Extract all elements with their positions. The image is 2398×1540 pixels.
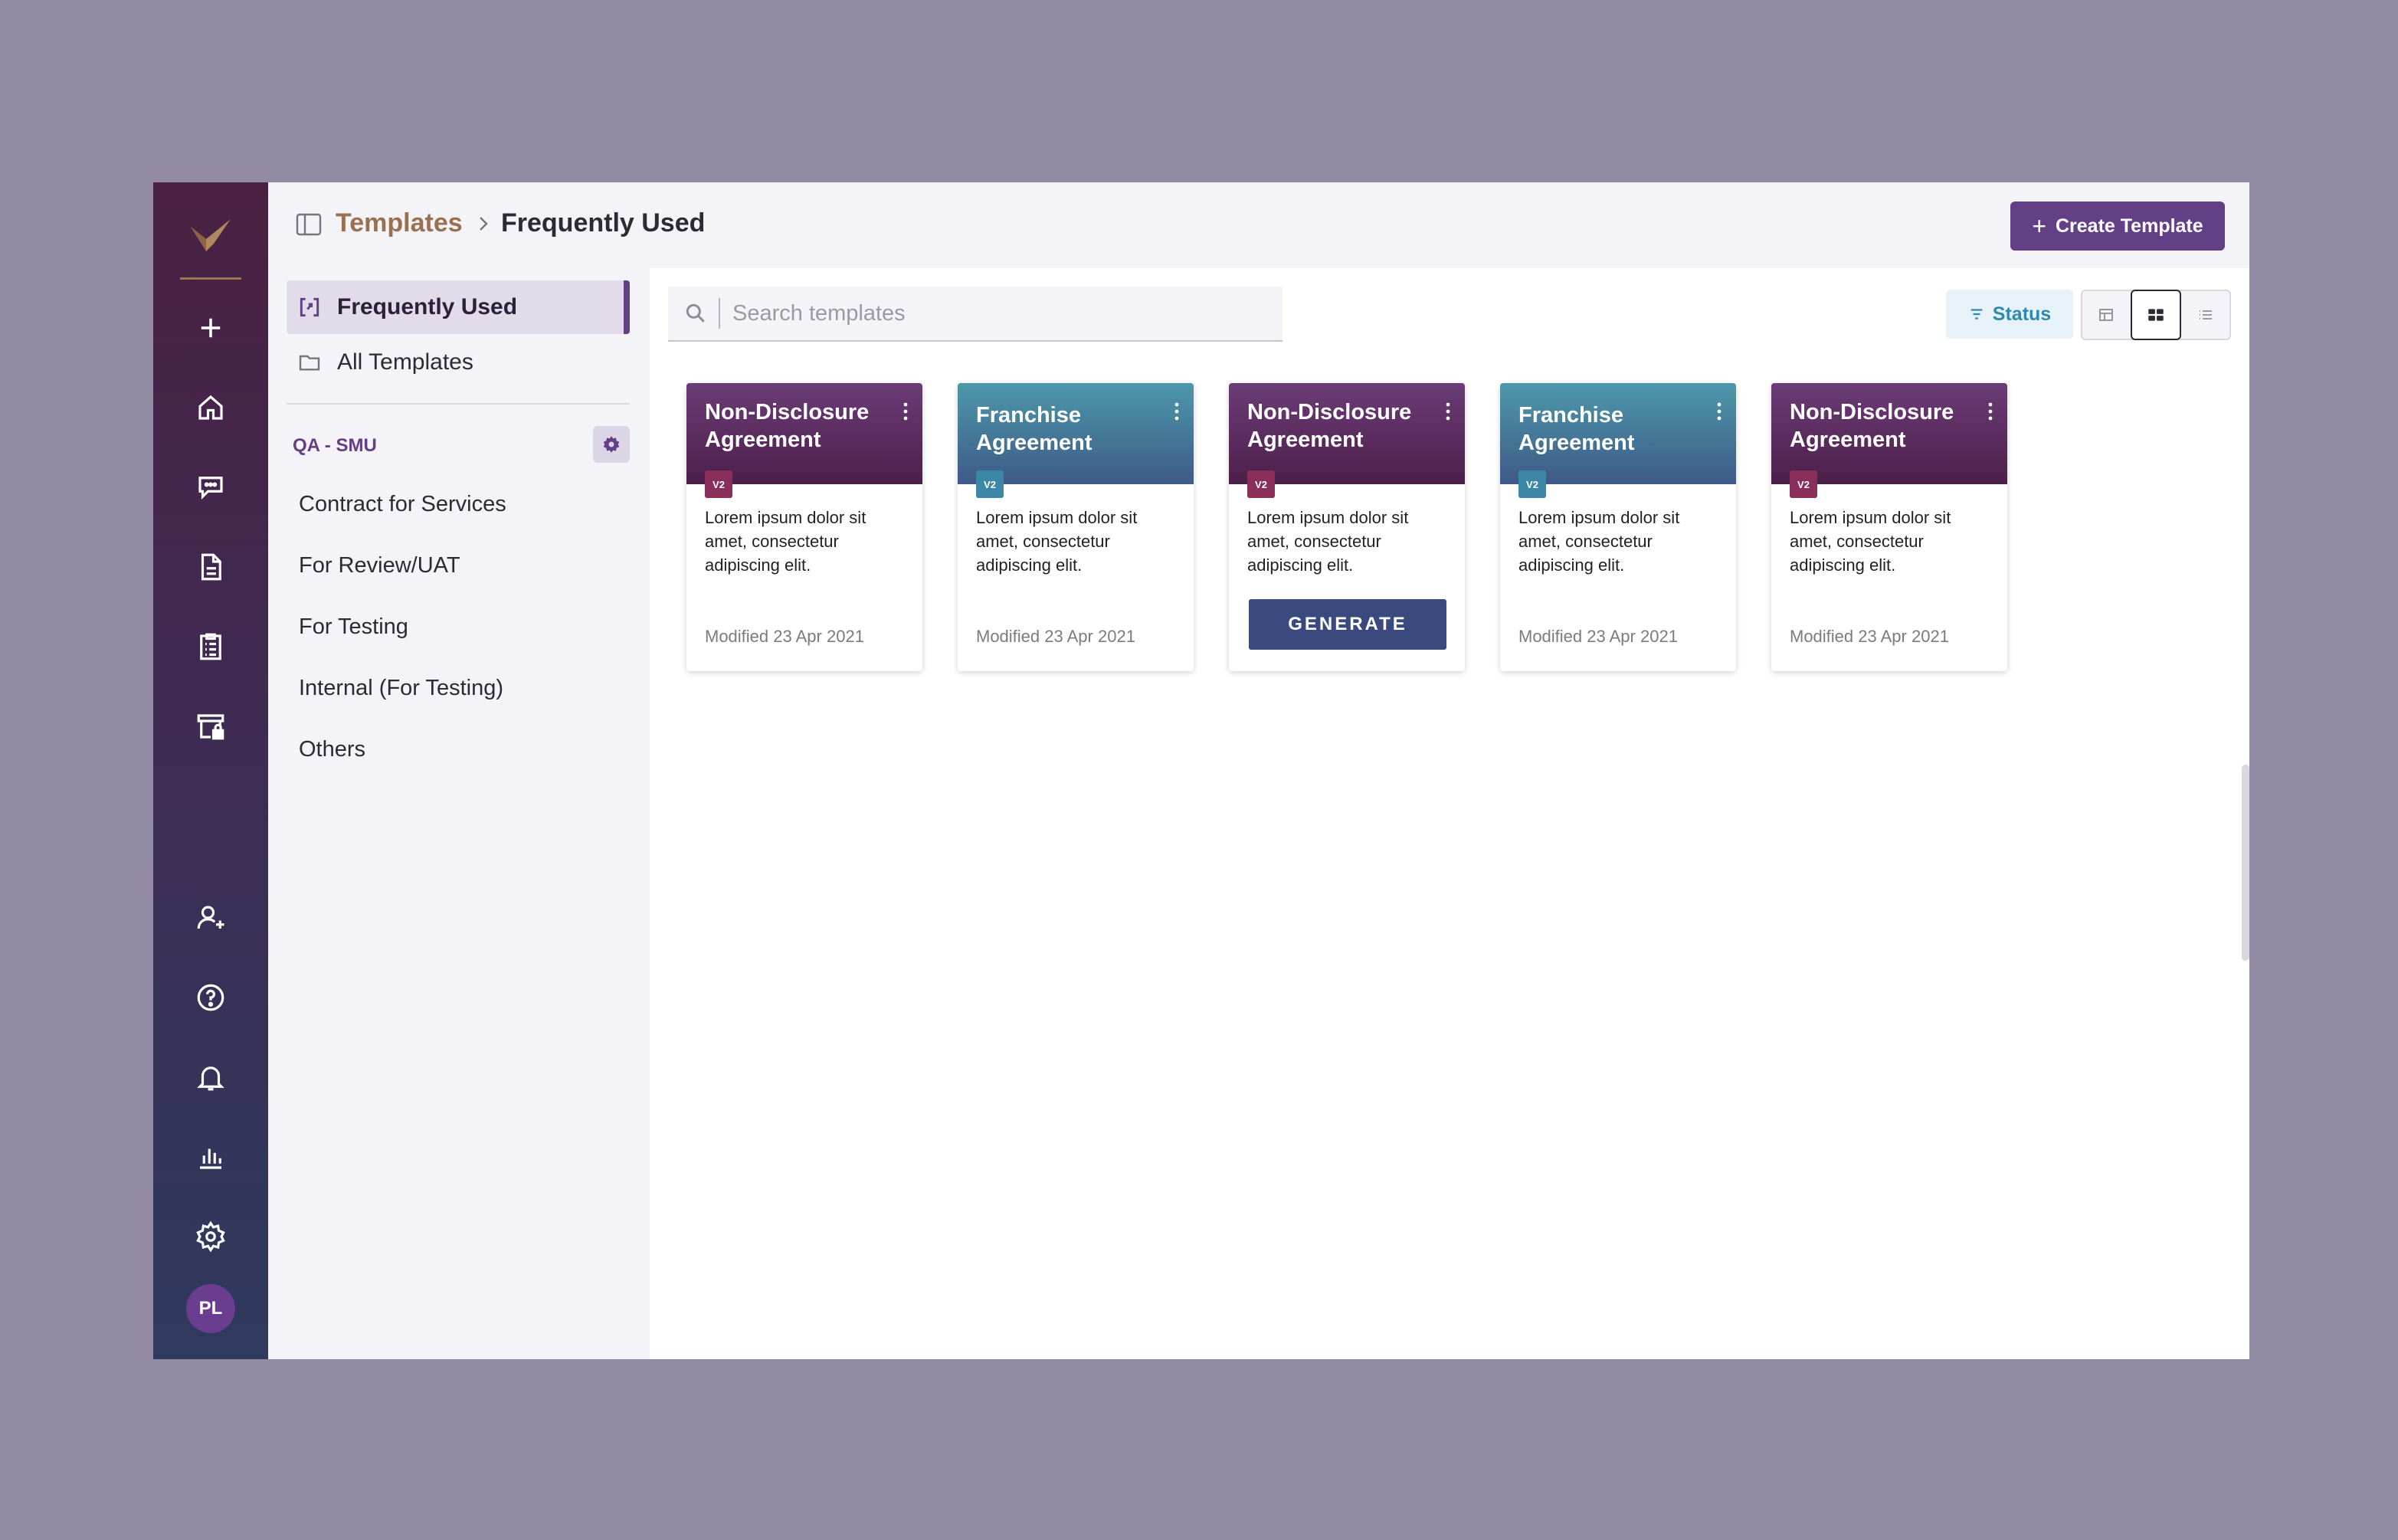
card-description: Lorem ipsum dolor sit amet, consectetur … — [976, 508, 1138, 575]
more-vertical-icon[interactable] — [1172, 400, 1181, 423]
nav-label: All Templates — [337, 349, 473, 375]
folder-item[interactable]: Others — [299, 737, 365, 762]
template-sidebar-content: Frequently Used All Templates QA - SMU C… — [268, 268, 650, 1359]
brand-logo — [191, 219, 231, 251]
home-icon[interactable] — [192, 389, 229, 426]
scrollbar-thumb[interactable] — [2242, 765, 2249, 961]
group-settings-button[interactable] — [593, 426, 630, 463]
card-header: Franchise Agreement — [958, 383, 1194, 484]
group-label: QA - SMU — [293, 435, 377, 456]
table-view-icon[interactable] — [2082, 291, 2131, 339]
card-title: Non-Disclosure Agreement — [705, 400, 870, 452]
folder-item[interactable]: Contract for Services — [299, 492, 506, 517]
template-card[interactable]: Franchise Agreement V2 Lorem ipsum dolor… — [958, 383, 1194, 671]
template-card[interactable]: Non-Disclosure Agreement V2 Lorem ipsum … — [1771, 383, 2007, 671]
card-title: Franchise Agreement — [1518, 403, 1635, 455]
templates-content: Status Non-Disclosure Agreement — [650, 268, 2249, 1359]
generate-button[interactable]: GENERATE — [1249, 599, 1446, 650]
nav-label: Frequently Used — [337, 294, 518, 319]
chevron-right-icon — [480, 217, 488, 231]
card-description: Lorem ipsum dolor sit amet, consectetur … — [1790, 508, 1951, 575]
card-header: Non-Disclosure Agreement — [1771, 383, 2007, 484]
more-vertical-icon[interactable] — [901, 400, 910, 423]
template-card[interactable]: Franchise Agreement V2 Lorem ipsum dolor… — [1500, 383, 1736, 671]
version-badge: V2 — [1790, 470, 1817, 498]
filter-icon — [1970, 309, 1983, 319]
top-bar: Templates Frequently Used + Create Templ… — [268, 182, 2249, 268]
user-avatar[interactable]: PL — [186, 1284, 235, 1333]
card-description: Lorem ipsum dolor sit amet, consectetur … — [1518, 508, 1680, 575]
gear-icon — [603, 436, 620, 453]
bell-icon[interactable] — [192, 1059, 229, 1096]
search-input[interactable] — [732, 300, 1223, 326]
sidebar-divider — [287, 403, 630, 405]
version-badge: V2 — [1247, 470, 1275, 498]
help-icon[interactable] — [192, 979, 229, 1016]
app-rail: PL — [153, 182, 268, 1359]
folder-item[interactable]: Internal (For Testing) — [299, 676, 503, 701]
version-badge: V2 — [976, 470, 1004, 498]
folder-icon — [299, 355, 320, 371]
card-header: Non-Disclosure Agreement — [686, 383, 922, 484]
search-icon — [686, 303, 705, 323]
template-card[interactable]: Non-Disclosure Agreement V2 Lorem ipsum … — [1229, 383, 1465, 671]
card-description: Lorem ipsum dolor sit amet, consectetur … — [705, 508, 866, 575]
add-user-icon[interactable] — [192, 899, 229, 936]
nav-all-templates[interactable]: All Templates — [287, 336, 630, 389]
card-title: Franchise Agreement — [976, 403, 1093, 455]
create-template-button[interactable]: + Create Template — [2010, 202, 2225, 251]
card-modified-date: Modified 23 Apr 2021 — [1790, 627, 1949, 646]
chat-icon[interactable] — [192, 469, 229, 506]
more-vertical-icon[interactable] — [1986, 400, 1995, 423]
breadcrumb-root[interactable]: Templates — [336, 208, 463, 238]
page-title: Frequently Used — [501, 208, 706, 238]
plus-icon: + — [2032, 212, 2046, 240]
list-view-icon[interactable] — [2181, 291, 2229, 339]
gear-icon[interactable] — [192, 1218, 229, 1255]
frequent-icon — [300, 297, 319, 317]
checklist-icon[interactable] — [192, 628, 229, 665]
folder-item[interactable]: For Review/UAT — [299, 553, 460, 578]
nav-frequently-used[interactable]: Frequently Used — [287, 280, 630, 334]
rail-divider — [180, 277, 241, 280]
status-filter-label: Status — [1992, 303, 2052, 325]
card-header: Franchise Agreement — [1500, 383, 1736, 484]
more-vertical-icon[interactable] — [1443, 400, 1453, 423]
card-modified-date: Modified 23 Apr 2021 — [705, 627, 864, 646]
search-cursor — [719, 298, 720, 329]
more-vertical-icon[interactable] — [1715, 400, 1724, 423]
card-header: Non-Disclosure Agreement — [1229, 383, 1465, 484]
create-template-label: Create Template — [2056, 215, 2203, 237]
card-description: Lorem ipsum dolor sit amet, consectetur … — [1247, 508, 1409, 575]
template-card[interactable]: Non-Disclosure Agreement V2 Lorem ipsum … — [686, 383, 922, 671]
card-modified-date: Modified 23 Apr 2021 — [1518, 627, 1678, 646]
plus-icon[interactable] — [192, 310, 229, 346]
view-mode-toggle — [2081, 290, 2231, 340]
version-badge: V2 — [705, 470, 732, 498]
card-title: Non-Disclosure Agreement — [1790, 400, 1954, 452]
document-icon[interactable] — [192, 549, 229, 585]
folder-item[interactable]: For Testing — [299, 614, 408, 640]
card-title: Non-Disclosure Agreement — [1247, 400, 1412, 452]
search-bar[interactable] — [668, 287, 1283, 342]
grid-view-icon[interactable] — [2130, 290, 2182, 340]
archive-lock-icon[interactable] — [192, 708, 229, 745]
bar-chart-icon[interactable] — [192, 1139, 229, 1175]
card-modified-date: Modified 23 Apr 2021 — [976, 627, 1135, 646]
sidebar-toggle-icon[interactable] — [296, 213, 322, 236]
status-filter-button[interactable]: Status — [1946, 290, 2073, 339]
version-badge: V2 — [1518, 470, 1546, 498]
